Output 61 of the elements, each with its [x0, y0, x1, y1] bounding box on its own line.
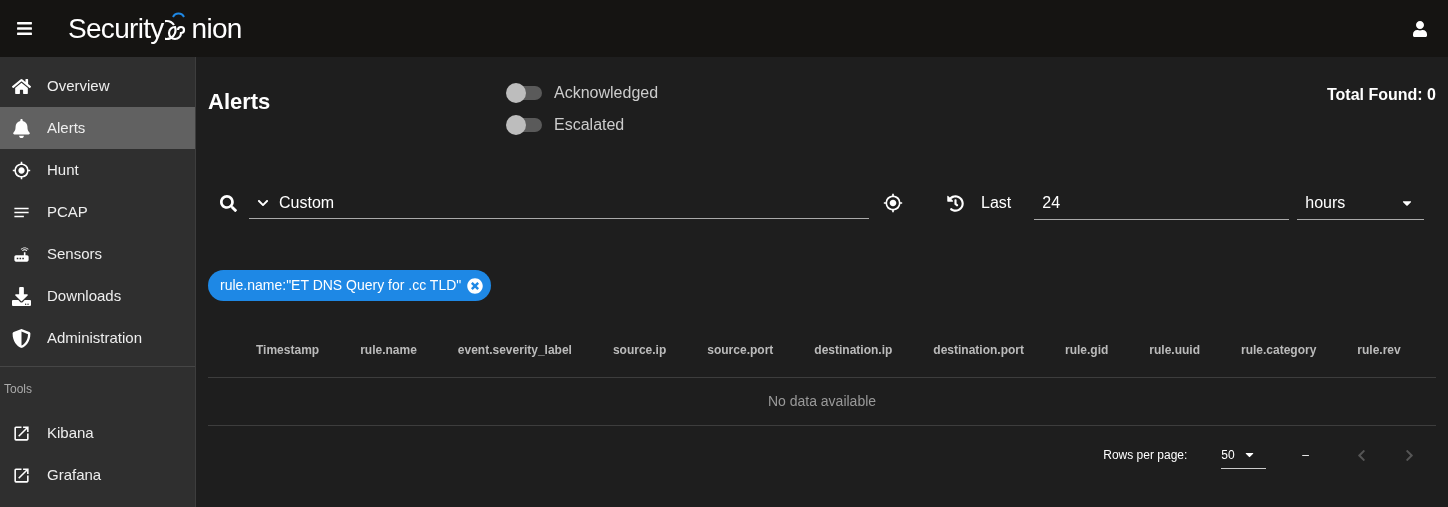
logo-text: Security: [68, 11, 164, 46]
crosshair-icon: [12, 160, 31, 180]
home-icon: [12, 76, 31, 96]
nav-item[interactable]: Alerts: [0, 107, 195, 149]
nav-label: Overview: [47, 75, 110, 96]
history-icon[interactable]: [947, 194, 964, 212]
column-header[interactable]: rule.gid: [1064, 340, 1109, 359]
range-label: Last: [981, 193, 1012, 213]
nav-item[interactable]: Grafana: [0, 454, 195, 496]
column-header[interactable]: source.ip: [612, 340, 667, 359]
section-heading: Tools: [3, 381, 32, 398]
router-icon: [12, 244, 31, 264]
column-header[interactable]: event.severity_label: [457, 340, 572, 359]
filter-chip[interactable]: rule.name:"ET DNS Query for .cc TLD": [208, 270, 492, 301]
menu-icon[interactable]: [16, 20, 33, 37]
page-range: –: [1302, 447, 1309, 464]
nav-item[interactable]: Hunt: [0, 149, 195, 191]
nav-item[interactable]: Overview: [0, 65, 195, 107]
empty-message: No data available: [767, 392, 877, 411]
nav-item[interactable]: PCAP: [0, 191, 195, 233]
nav-item[interactable]: Sensors: [0, 233, 195, 275]
nav-item[interactable]: Downloads: [0, 275, 195, 317]
toggle-label: Escalated: [554, 115, 625, 135]
column-header[interactable]: rule.rev: [1357, 340, 1401, 359]
column-header[interactable]: destination.ip: [814, 340, 893, 359]
download-icon: [12, 286, 31, 306]
column-header[interactable]: source.port: [707, 340, 774, 359]
unit-select[interactable]: hours: [1297, 186, 1425, 220]
close-icon[interactable]: [467, 277, 484, 294]
page-title: Alerts: [208, 88, 272, 116]
column-header[interactable]: rule.category: [1241, 340, 1317, 359]
nav-item[interactable]: Kibana: [0, 412, 195, 454]
toggle-switch[interactable]: [508, 86, 542, 100]
bell-icon: [12, 118, 31, 138]
column-header[interactable]: rule.uuid: [1149, 340, 1200, 359]
search-icon[interactable]: [220, 194, 237, 212]
rows-per-page-label: Rows per page:: [1103, 447, 1188, 464]
nav-label: Alerts: [47, 117, 86, 138]
crosshair-icon[interactable]: [883, 193, 903, 213]
nav-label: Administration: [47, 327, 143, 348]
query-field[interactable]: Custom: [249, 187, 869, 219]
toggle-switch[interactable]: [508, 118, 542, 132]
column-header[interactable]: destination.port: [933, 340, 1024, 359]
logo-text: nion: [191, 11, 242, 46]
shield-icon: [12, 328, 31, 348]
total-found: Total Found: 0: [1327, 85, 1436, 105]
column-header[interactable]: rule.name: [360, 340, 417, 359]
nav-label: Downloads: [47, 285, 122, 306]
rows-per-page-select[interactable]: 50: [1221, 441, 1267, 469]
external-link-icon: [12, 465, 31, 485]
nav-label: Sensors: [47, 243, 103, 264]
range-field[interactable]: 24: [1034, 186, 1290, 220]
toggle-label: Acknowledged: [554, 83, 659, 103]
user-icon[interactable]: [1412, 20, 1428, 37]
nav-label: Kibana: [47, 422, 94, 443]
nav-label: PCAP: [47, 201, 88, 222]
column-header[interactable]: Timestamp: [256, 340, 320, 359]
nav-label: Grafana: [47, 464, 102, 485]
nav-item[interactable]: Administration: [0, 317, 195, 359]
external-link-icon: [12, 423, 31, 443]
nav-label: Hunt: [47, 159, 79, 180]
